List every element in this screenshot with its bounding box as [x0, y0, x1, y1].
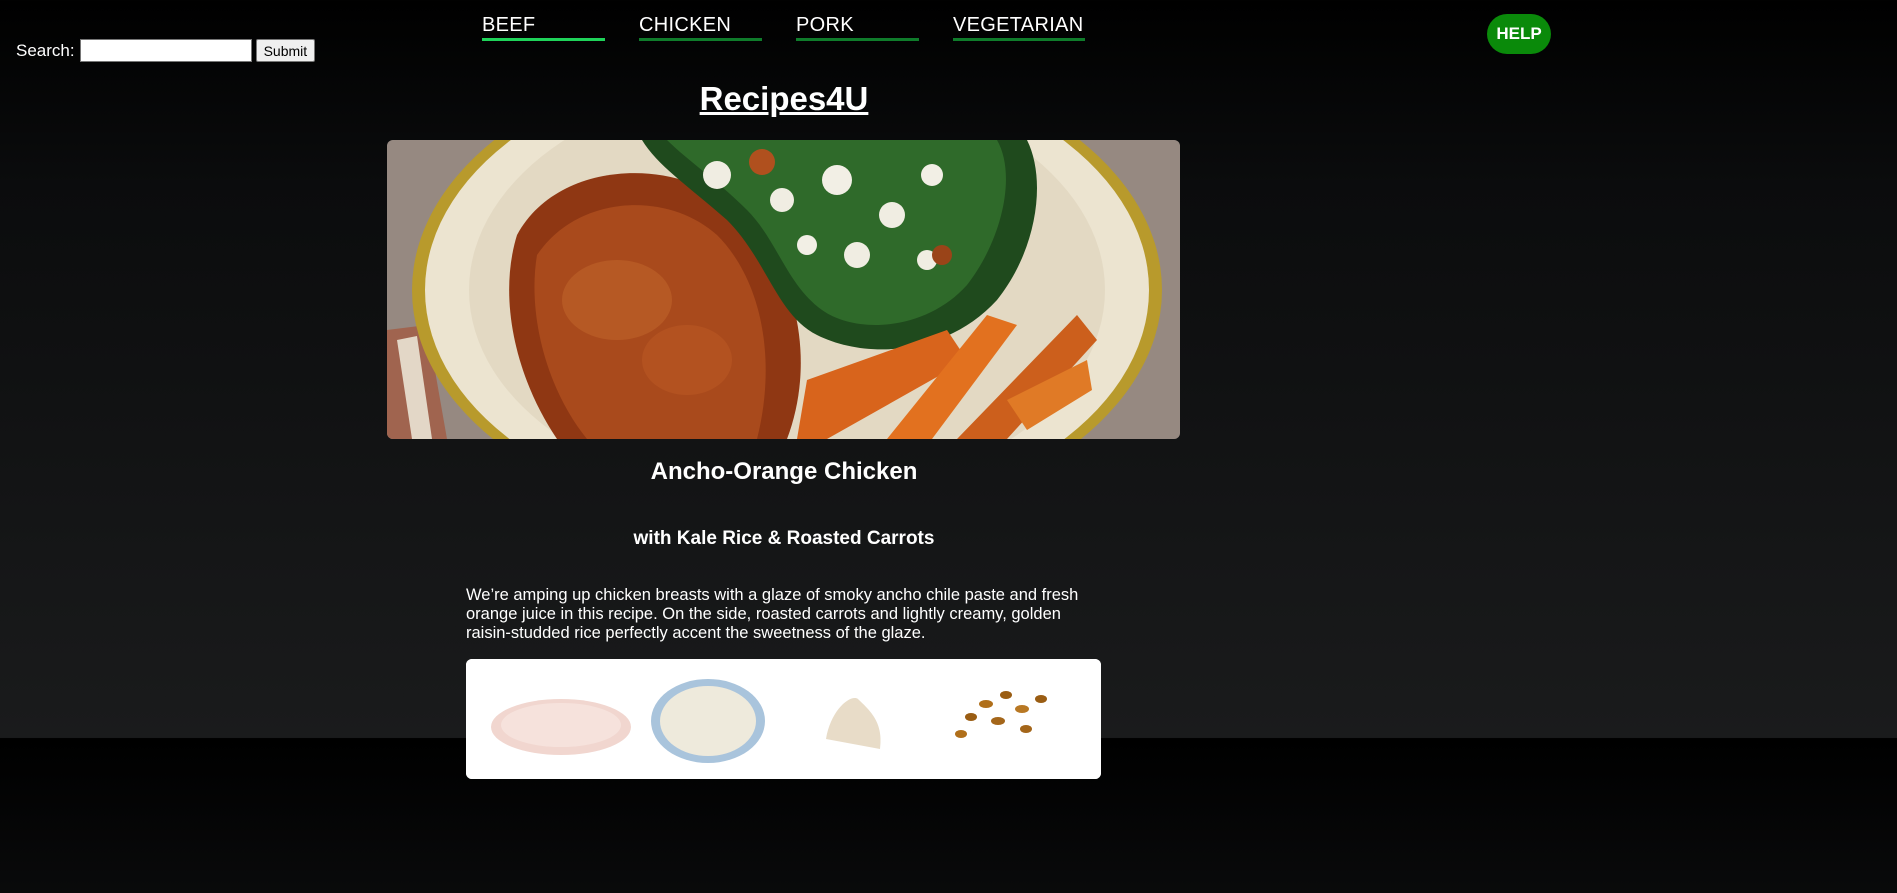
tab-chicken[interactable]: CHICKEN [639, 14, 762, 41]
recipe-subtitle: with Kale Rice & Roasted Carrots [633, 528, 935, 549]
recipe-description: We’re amping up chicken breasts with a g… [466, 586, 1079, 642]
search-label: Search: [16, 40, 75, 60]
ingredients-image [466, 659, 1101, 779]
category-nav: BEEF CHICKEN PORK VEGETARIAN [482, 14, 1085, 41]
search-input[interactable] [79, 39, 252, 62]
submit-button[interactable]: Submit [255, 39, 316, 62]
tab-pork[interactable]: PORK [796, 14, 919, 41]
recipe-hero-image [387, 140, 1180, 439]
site-title: Recipes4U [699, 80, 869, 117]
recipe-title: Ancho-Orange Chicken [650, 458, 918, 485]
search-bar: Search: Submit [16, 39, 316, 62]
tab-vegetarian[interactable]: VEGETARIAN [953, 14, 1085, 41]
tab-beef[interactable]: BEEF [482, 14, 605, 41]
help-button[interactable]: HELP [1487, 14, 1551, 54]
